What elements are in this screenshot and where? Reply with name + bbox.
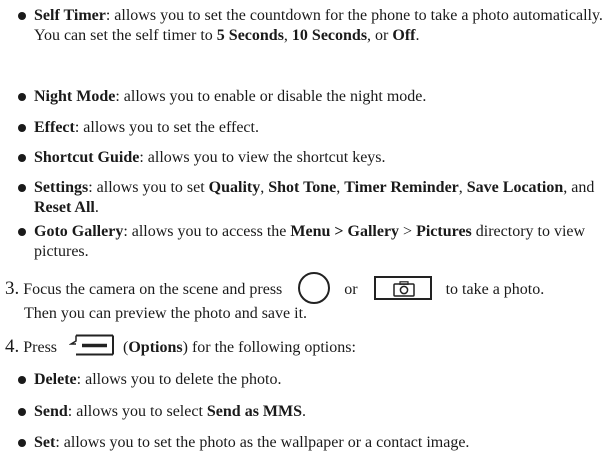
option-text: Self Timer: allows you to set the countd… <box>34 7 603 44</box>
step-text: Press <box>23 339 58 356</box>
step-number: 3. <box>5 278 20 299</box>
bullet-icon <box>18 408 26 416</box>
step-text: to take a photo. <box>445 281 545 298</box>
bullet-icon <box>18 12 26 20</box>
bold-term: Settings <box>34 179 89 196</box>
bullet-icon <box>18 184 26 192</box>
camera-option-night-mode: Night Mode: allows you to enable or disa… <box>8 87 612 107</box>
step-4: 4. Press (Options) for the following opt… <box>5 334 609 361</box>
bold-term: Off <box>392 27 416 44</box>
text-run: , or <box>367 27 393 44</box>
step-3: 3. Focus the camera on the scene and pre… <box>5 272 609 324</box>
manual-page: Self Timer: allows you to set the countd… <box>0 0 616 467</box>
bold-term: Effect <box>34 119 75 136</box>
bold-term: Goto Gallery <box>34 223 124 240</box>
bold-term: Send <box>34 403 68 420</box>
bold-term: Pictures <box>416 223 472 240</box>
or-text: or <box>344 281 358 298</box>
bold-term: Timer Reminder <box>344 179 459 196</box>
bullet-icon <box>18 376 26 384</box>
bold-term: Self Timer <box>34 7 106 24</box>
text-run: : allows you to set the photo as the wal… <box>55 434 470 451</box>
bold-term: Save Location <box>466 179 564 196</box>
bold-term: Menu > Gallery <box>290 223 400 240</box>
camera-key-icon <box>373 276 432 301</box>
text-run: > <box>399 223 417 240</box>
photo-option-set: Set: allows you to set the photo as the … <box>8 433 612 453</box>
option-text: Delete: allows you to delete the photo. <box>34 371 282 388</box>
text-run: : allows you to set <box>88 179 209 196</box>
text-run: : allows you to delete the photo. <box>76 371 282 388</box>
bold-term: Send as MMS <box>206 403 303 420</box>
photo-option-send: Send: allows you to select Send as MMS. <box>8 402 612 422</box>
text-run: : allows you to access the <box>123 223 291 240</box>
camera-option-self-timer: Self Timer: allows you to set the countd… <box>8 6 612 46</box>
bullet-icon <box>18 124 26 132</box>
option-text: Effect: allows you to set the effect. <box>34 119 259 136</box>
step-number: 4. <box>5 336 20 357</box>
bold-term: Delete <box>34 371 77 388</box>
option-text: Settings: allows you to set Quality, Sho… <box>34 179 594 216</box>
camera-option-settings: Settings: allows you to set Quality, Sho… <box>8 178 612 218</box>
center-round-key-icon <box>298 272 331 305</box>
text-run: . <box>302 403 307 420</box>
bold-term: 10 Seconds <box>291 27 368 44</box>
step-text: Focus the camera on the scene and press <box>23 281 283 298</box>
bullet-icon <box>18 93 26 101</box>
text-run: , <box>283 27 292 44</box>
option-text: Set: allows you to set the photo as the … <box>34 434 469 451</box>
text-run: : allows you to set the effect. <box>74 119 259 136</box>
text-run: : allows you to select <box>67 403 207 420</box>
left-soft-key-icon <box>68 334 115 356</box>
soft-key-icon <box>68 334 115 356</box>
bold-term: 5 Seconds <box>216 27 284 44</box>
bold-term: Shortcut Guide <box>34 149 140 166</box>
bullet-icon <box>18 439 26 447</box>
text-run: : allows you to view the shortcut keys. <box>139 149 386 166</box>
step-text: for the following options: <box>191 339 356 356</box>
text-run: . <box>94 199 99 216</box>
text-run: . <box>415 27 420 44</box>
options-label: Options <box>128 339 183 356</box>
option-text: Send: allows you to select Send as MMS. <box>34 403 306 420</box>
bullet-icon <box>18 228 26 236</box>
bullet-icon <box>18 154 26 162</box>
option-text: Goto Gallery: allows you to access the M… <box>34 223 585 260</box>
camera-option-effect: Effect: allows you to set the effect. <box>8 118 612 138</box>
text-run: : allows you to enable or disable the ni… <box>115 88 427 105</box>
option-text: Shortcut Guide: allows you to view the s… <box>34 149 386 166</box>
camera-option-goto-gallery: Goto Gallery: allows you to access the M… <box>8 222 612 262</box>
camera-icon <box>392 281 415 298</box>
bold-term: Shot Tone <box>268 179 337 196</box>
text-run: , and <box>563 179 595 196</box>
option-text: Night Mode: allows you to enable or disa… <box>34 88 426 105</box>
bold-term: Reset All <box>34 199 95 216</box>
photo-option-delete: Delete: allows you to delete the photo. <box>8 370 612 390</box>
step-text: (Options) <box>123 339 188 356</box>
camera-option-shortcut-guide: Shortcut Guide: allows you to view the s… <box>8 148 612 168</box>
bold-term: Night Mode <box>34 88 116 105</box>
text-run: , <box>458 179 467 196</box>
bold-term: Set <box>34 434 56 451</box>
bold-term: Quality <box>208 179 261 196</box>
step-3-note: Then you can preview the photo and save … <box>24 305 308 322</box>
